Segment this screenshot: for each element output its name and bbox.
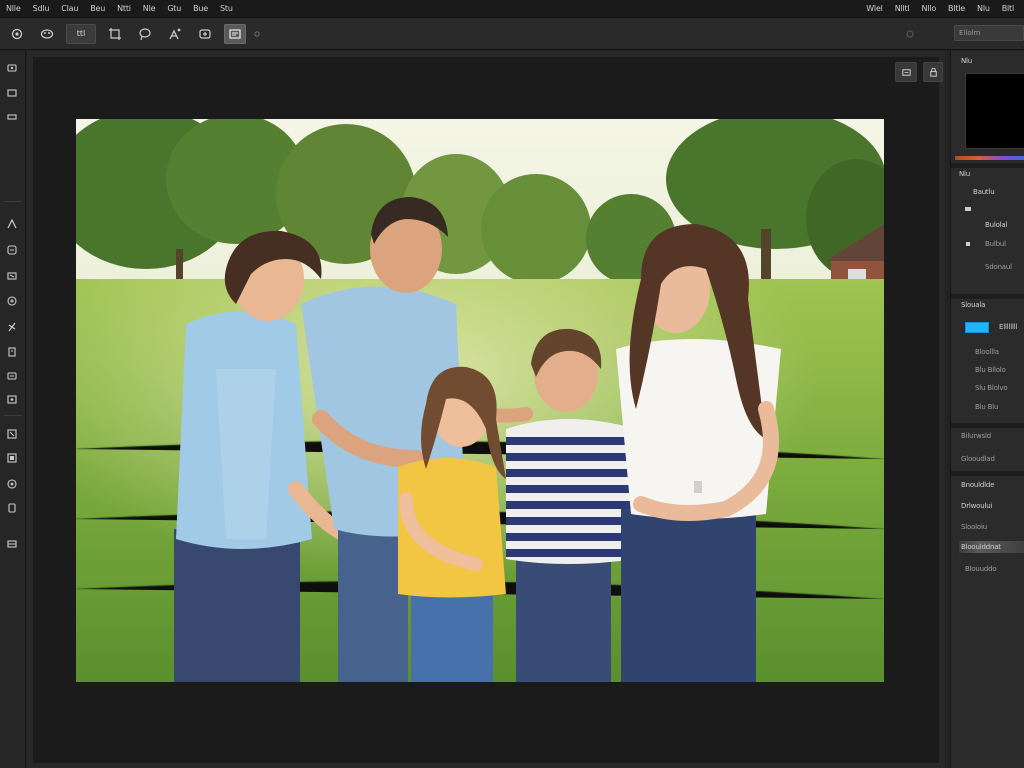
move-tool-icon[interactable] [5,61,18,74]
text-tool-icon[interactable] [5,345,18,358]
brush-tool-icon[interactable] [5,217,18,230]
lock-icon[interactable] [964,239,972,247]
menu-item-9[interactable]: Stu [214,0,239,18]
panel-divider [951,423,1024,428]
panel-item[interactable]: Bulolal [985,221,1007,229]
panel-item[interactable]: Bloollla [975,348,999,356]
quick-mask-icon[interactable] [5,477,18,490]
hand-icon [199,28,211,39]
panel-item[interactable]: Bulbul [985,240,1006,248]
zoom-button[interactable] [252,24,262,44]
panel-header: Nlu [961,57,973,65]
panel-item[interactable]: Blouuddo [965,565,997,573]
brush-icon [40,28,54,39]
panel-divider [951,163,1024,168]
panel-item[interactable]: Glooudlad [961,455,995,463]
lasso-button[interactable] [134,24,156,44]
menu-item-1[interactable]: Nlle [0,0,27,18]
lasso-icon [139,27,151,40]
document-workspace [27,51,945,768]
expand-button[interactable] [895,62,917,82]
settings-icon[interactable] [904,28,916,40]
panel-item[interactable]: Slooloiu [961,523,987,531]
lasso-tool-icon[interactable] [5,110,18,123]
color-swatch[interactable] [965,322,989,333]
menu-item-4[interactable]: Beu [84,0,111,18]
lock-button[interactable] [923,62,943,82]
brush-button[interactable] [36,24,58,44]
panel-item[interactable]: Bilurwsld [961,432,991,440]
section-title: Slouala [961,301,986,309]
panel-item[interactable]: Sdonaul [985,263,1012,271]
panel-divider [951,294,1024,299]
menu-item-8[interactable]: Bue [187,0,214,18]
shape-tool-icon[interactable] [5,369,18,382]
menu-item-7[interactable]: Gtu [161,0,187,18]
marquee-tool-icon[interactable] [5,86,18,99]
gradient-tool-icon[interactable] [5,294,18,307]
gear-button[interactable] [6,24,28,44]
pen-button[interactable] [164,24,186,44]
crop-button[interactable] [104,24,126,44]
zoom-tool-icon[interactable] [5,427,18,440]
visibility-icon[interactable] [964,205,972,213]
canvas-area[interactable] [33,57,943,763]
hand-button[interactable] [194,24,216,44]
photo-editor-window: Nlle Sdlu Clau Beu Ntti Nle Gtu Bue Stu W… [0,0,1024,768]
stamp-tool-icon[interactable] [5,243,18,256]
section-title: Nlu [959,170,971,178]
panel-item[interactable]: Bnouldlde [961,481,994,489]
properties-panel: Nlu Nlu Bautlu Bulolal Bulbul Sdonaul Sl… [950,51,1024,768]
pen-icon [169,28,181,39]
panel-item[interactable]: Ellllllll [999,323,1017,331]
menu-item-6[interactable]: Nle [137,0,162,18]
selection-button[interactable]: ttl [66,23,96,44]
hand-tool-icon[interactable] [5,392,18,405]
eraser-tool-icon[interactable] [5,269,18,282]
gear-icon [11,28,23,39]
screen-mode-icon[interactable] [5,501,18,514]
menu-right-item-2[interactable]: Nlltl [889,0,916,18]
menu-right-item-6[interactable]: Bltl [996,0,1020,18]
expand-icon [901,68,911,76]
panel-item[interactable]: Bautlu [973,188,995,196]
panel-item: Blooulddnat [961,543,1001,551]
menu-bar: Nlle Sdlu Clau Beu Ntti Nle Gtu Bue Stu W… [0,0,1024,18]
document-image[interactable] [76,119,884,682]
menu-item-3[interactable]: Clau [55,0,84,18]
menu-item-2[interactable]: Sdlu [27,0,56,18]
crop-icon [109,27,121,40]
menu-item-5[interactable]: Ntti [111,0,137,18]
pen-tool-icon[interactable] [5,320,18,333]
menu-right-item-5[interactable]: Nlu [971,0,996,18]
panel-item[interactable]: Blu Bllolo [975,366,1006,374]
foreground-color-icon[interactable] [5,451,18,464]
menu-right-item-3[interactable]: Nllo [916,0,943,18]
panel-item[interactable]: Slu Blolvo [975,384,1008,392]
toolbar-divider [4,415,22,416]
menu-right-item-4[interactable]: Bltle [942,0,971,18]
layers-icon [229,28,241,39]
panel-item[interactable]: Drlwoului [961,502,992,510]
lock-icon [929,67,937,77]
menu-bar-right: Wlel Nlltl Nllo Bltle Nlu Bltl [860,0,1024,18]
navigator-preview[interactable] [965,73,1024,149]
toolbar-divider [4,201,22,202]
options-bar: ttl Ellolm [0,18,1024,50]
tools-panel [0,51,26,768]
menu-right-item-1[interactable]: Wlel [860,0,888,18]
layers-button[interactable] [224,23,246,44]
workspace-select[interactable]: Ellolm [954,25,1024,41]
panel-divider [951,471,1024,476]
extras-icon[interactable] [5,537,18,550]
family-photo [76,119,884,682]
panel-item[interactable]: Blu Blu [975,403,998,411]
color-gradient-bar[interactable] [955,156,1024,160]
zoom-icon [254,30,260,37]
selection-icon: ttl [76,29,86,38]
